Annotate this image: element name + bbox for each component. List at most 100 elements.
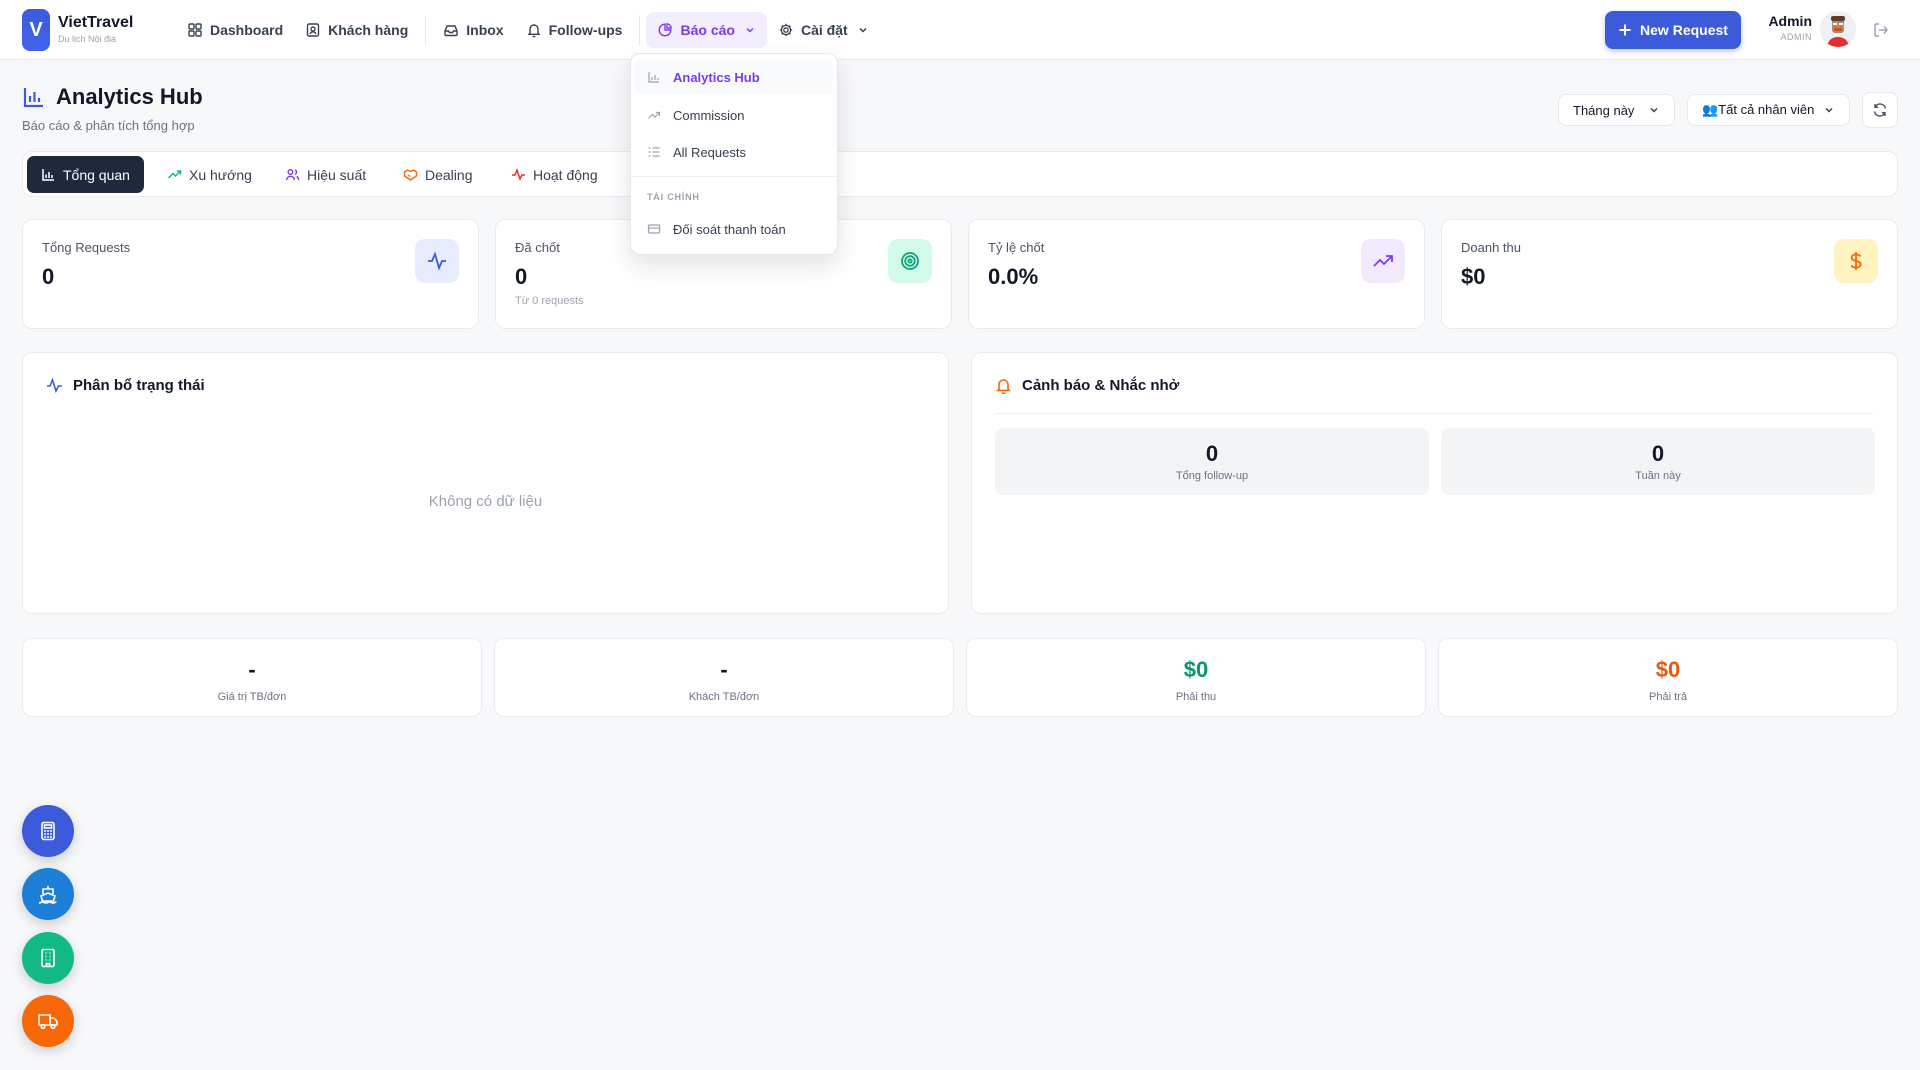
nav-dashboard[interactable]: Dashboard (176, 12, 294, 48)
dropdown-item-payment-reconciliation[interactable]: Đối soát thanh toán (635, 212, 833, 246)
tab-label: Dealing (425, 166, 473, 183)
ship-fab-button[interactable] (22, 868, 74, 920)
plus-icon (1619, 24, 1631, 36)
new-request-button[interactable]: New Request (1605, 11, 1741, 49)
nav-inbox-label: Inbox (466, 22, 504, 38)
nav-customers-label: Khách hàng (328, 22, 409, 38)
stat-value: 0 (42, 264, 55, 289)
bell-icon (996, 379, 1011, 394)
building-fab-button[interactable] (22, 932, 74, 984)
user-info[interactable]: Admin ADMIN (1762, 12, 1812, 44)
tab-trends[interactable]: Xu hướng (153, 156, 266, 193)
trending-up-icon (167, 170, 182, 179)
grid-icon (188, 23, 202, 37)
dropdown-item-label: All Requests (673, 144, 746, 160)
user-role: ADMIN (1780, 32, 1812, 42)
main-nav: Dashboard Khách hàng Inbox Follow-ups Bá… (176, 12, 880, 48)
stat-value: 0 (515, 264, 528, 289)
stat-value: 0.0% (988, 264, 1039, 289)
bottom-stat-value: $0 (1183, 657, 1209, 682)
avatar[interactable] (1820, 11, 1856, 47)
stat-label: Đã chốt (515, 240, 560, 255)
bottom-stat-label: Phải trả (1649, 691, 1687, 703)
bottom-stat-receivable: $0 Phải thu (966, 638, 1426, 717)
logout-icon[interactable] (1872, 21, 1890, 39)
tab-dealing[interactable]: Dealing (389, 156, 486, 193)
refresh-icon (1873, 103, 1887, 117)
target-icon (888, 239, 932, 283)
nav-divider (639, 15, 641, 45)
tab-overview[interactable]: Tổng quan (27, 156, 144, 193)
bottom-stat-value: $0 (1655, 657, 1681, 682)
dropdown-item-label: Đối soát thanh toán (673, 221, 786, 237)
nav-settings-label: Cài đặt (800, 22, 848, 38)
credit-card-icon (647, 224, 661, 234)
nav-reports[interactable]: Báo cáo (646, 12, 767, 48)
nav-followups[interactable]: Follow-ups (515, 12, 634, 48)
new-request-label: New Request (1640, 22, 1728, 38)
dropdown-item-commission[interactable]: Commission (635, 98, 833, 132)
period-select-value: Tháng này (1573, 102, 1635, 118)
tab-label: Xu hướng (189, 166, 252, 183)
alert-stat-value: 0 (1205, 441, 1219, 466)
dropdown-section-finance: TÀI CHÍNH (647, 192, 700, 202)
stat-label: Tổng Requests (42, 240, 131, 255)
nav-dashboard-label: Dashboard (210, 22, 284, 38)
truck-fab-button[interactable] (22, 995, 74, 1047)
page-subtitle: Báo cáo & phân tích tổng hợp (22, 118, 195, 133)
users-icon (285, 169, 300, 181)
activity-icon (512, 167, 525, 181)
tab-performance[interactable]: Hiệu suất (271, 156, 380, 193)
nav-customers[interactable]: Khách hàng (294, 12, 419, 48)
nav-inbox[interactable]: Inbox (432, 12, 514, 48)
refresh-button[interactable] (1862, 92, 1898, 128)
dropdown-item-analytics-hub[interactable]: Analytics Hub (635, 60, 833, 94)
staff-select-value: 👥Tất cả nhân viên (1702, 102, 1815, 117)
stat-label: Tỷ lệ chốt (988, 240, 1045, 255)
trending-up-icon (648, 111, 661, 119)
tab-activity[interactable]: Hoạt động (497, 156, 612, 193)
user-name: Admin (1768, 13, 1812, 29)
stat-note: Từ 0 requests (515, 295, 584, 307)
activity-icon (415, 239, 459, 283)
dropdown-item-label: Commission (673, 107, 745, 123)
dropdown-item-all-requests[interactable]: All Requests (635, 135, 833, 169)
alert-stat-this-week: 0 Tuần này (1441, 428, 1875, 495)
calculator-icon (41, 821, 55, 841)
handshake-icon (403, 169, 418, 181)
bottom-stat-payable: $0 Phải trả (1438, 638, 1898, 717)
activity-icon (47, 377, 62, 394)
panel-title: Phân bổ trạng thái (46, 377, 205, 394)
nav-divider (425, 15, 427, 45)
top-navigation-bar: V VietTravel Du lịch Nội địa Dashboard K… (0, 0, 1920, 60)
alert-stat-label: Tổng follow-up (1175, 470, 1249, 482)
bottom-stat-value: - (248, 657, 256, 682)
calculator-fab-button[interactable] (22, 805, 74, 857)
bar-chart-icon (42, 169, 54, 181)
alerts-panel: Cảnh báo & Nhắc nhở 0 Tổng follow-up 0 T… (971, 352, 1898, 614)
alert-stat-value: 0 (1651, 441, 1665, 466)
stat-card-close-rate: Tỷ lệ chốt 0.0% (968, 219, 1425, 329)
pie-chart-icon (659, 23, 673, 37)
inbox-icon (444, 25, 458, 37)
ship-icon (38, 886, 57, 904)
nav-settings[interactable]: Cài đặt (767, 12, 880, 48)
stat-label: Doanh thu (1461, 240, 1521, 255)
bar-chart-icon (23, 88, 43, 108)
contact-card-icon (306, 23, 320, 37)
stat-card-revenue: Doanh thu $0 (1441, 219, 1898, 329)
gear-icon (779, 23, 793, 37)
bottom-stat-label: Giá trị TB/đơn (217, 691, 287, 703)
bottom-stat-avg-order-value: - Giá trị TB/đơn (22, 638, 482, 717)
period-select[interactable]: Tháng này (1558, 94, 1675, 126)
tab-bar: Tổng quan Xu hướng Hiệu suất Dealing Hoạ… (22, 151, 1898, 197)
brand[interactable]: V VietTravel Du lịch Nội địa (22, 9, 133, 51)
dollar-icon (1834, 239, 1878, 283)
staff-select[interactable]: 👥Tất cả nhân viên (1687, 94, 1850, 126)
empty-state-text: Không có dữ liệu (428, 493, 543, 510)
bottom-stat-label: Phải thu (1175, 691, 1217, 703)
dropdown-divider (631, 176, 837, 177)
trending-up-icon (1361, 239, 1405, 283)
panel-title-text: Phân bổ trạng thái (73, 377, 205, 394)
brand-subtitle: Du lịch Nội địa (58, 34, 117, 44)
